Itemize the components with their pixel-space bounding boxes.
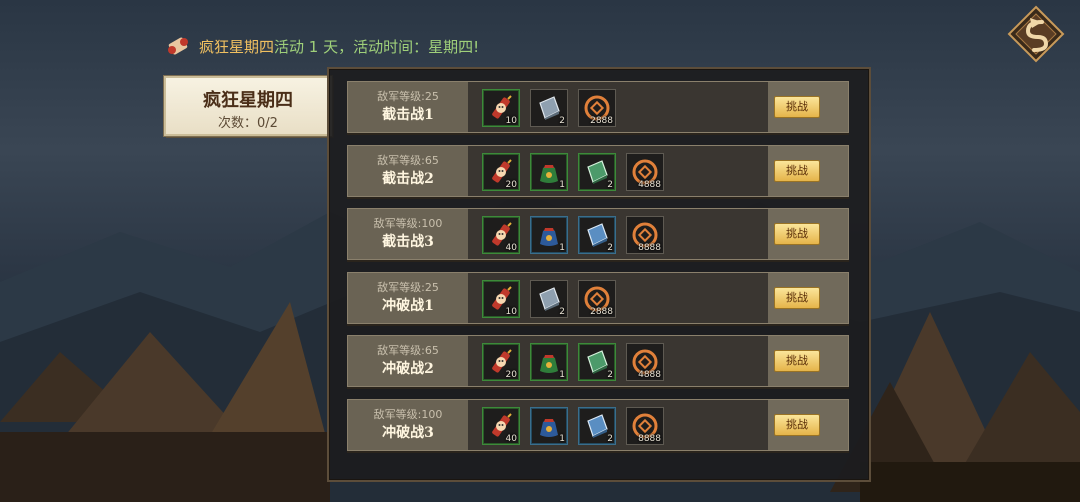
reward-slot[interactable]: 4888 [626,343,664,382]
reward-slot[interactable]: 10 [482,89,520,127]
reward-slot[interactable]: 2 [530,279,568,318]
reward-slot[interactable]: 1 [530,216,568,255]
challenge-button[interactable]: 挑战 [774,350,820,373]
reward-slot[interactable]: 2 [578,216,616,255]
reward-slot[interactable]: 2 [578,152,616,191]
battle-label: 敌军等级:100 截击战3 [348,209,468,260]
reward-list: 10 2 2888 [468,272,768,323]
back-arrow-icon[interactable] [1006,4,1066,64]
reward-quantity: 1 [559,370,565,381]
reward-quantity: 10 [505,116,517,126]
attempt-count: 次数：0/2 [218,116,278,131]
reward-quantity: 40 [505,433,517,444]
battle-name: 冲破战2 [382,361,434,378]
enemy-level: 敌军等级:25 [377,280,439,294]
battle-label: 敌军等级:65 截击战2 [348,145,468,196]
event-header: 疯狂星期四活动 1 天，活动时间：星期四! [165,33,479,59]
reward-slot[interactable]: 2888 [578,279,616,318]
reward-quantity: 2 [607,243,613,254]
reward-quantity: 4888 [638,179,661,190]
event-title: 疯狂星期四 [203,90,293,111]
reward-slot[interactable]: 20 [482,343,520,382]
challenge-button[interactable]: 挑战 [774,223,820,246]
challenge-button[interactable]: 挑战 [774,286,820,309]
enemy-level: 敌军等级:100 [373,217,443,231]
reward-list: 10 2 2888 [468,82,768,132]
reward-slot[interactable]: 2888 [578,89,616,127]
challenge-button[interactable]: 挑战 [774,96,820,118]
reward-quantity: 1 [559,433,565,444]
battle-row: 敌军等级:65 截击战2 20 1 2 4888 挑战 [347,144,849,197]
reward-quantity: 8888 [638,433,661,444]
enemy-level: 敌军等级:65 [377,344,439,358]
reward-quantity: 10 [505,306,517,317]
reward-slot[interactable]: 2 [530,89,568,127]
reward-slot[interactable]: 2 [578,343,616,382]
reward-quantity: 2888 [590,306,613,317]
reward-slot[interactable]: 1 [530,343,568,382]
reward-list: 40 1 2 8888 [468,209,768,260]
reward-list: 20 1 2 4888 [468,336,768,387]
battle-name: 截击战2 [382,170,434,187]
battle-name: 冲破战1 [382,297,434,314]
reward-quantity: 2 [607,370,613,381]
battle-name: 冲破战3 [382,424,434,441]
enemy-level: 敌军等级:100 [373,407,443,421]
battle-row: 敌军等级:25 截击战1 10 2 2888 挑战 [347,81,849,133]
battle-name: 截击战3 [382,234,434,251]
reward-list: 20 1 2 4888 [468,145,768,196]
reward-slot[interactable]: 4888 [626,152,664,191]
reward-slot[interactable]: 40 [482,406,520,445]
reward-quantity: 1 [559,243,565,254]
reward-list: 40 1 2 8888 [468,399,768,450]
header-event-name: 疯狂星期四 [199,37,275,56]
reward-quantity: 2 [559,306,565,317]
enemy-level: 敌军等级:25 [377,90,439,103]
reward-slot[interactable]: 1 [530,152,568,191]
reward-slot[interactable]: 2 [578,406,616,445]
reward-quantity: 20 [505,179,517,190]
challenge-button[interactable]: 挑战 [774,413,820,436]
battle-name: 截击战1 [382,107,434,123]
scroll-icon [168,37,188,55]
enemy-level: 敌军等级:65 [377,153,439,167]
header-message: 活动 1 天，活动时间：星期四! [274,37,480,56]
reward-slot[interactable]: 40 [482,216,520,255]
reward-quantity: 40 [505,243,517,254]
reward-quantity: 20 [505,370,517,381]
reward-slot[interactable]: 8888 [626,216,664,255]
battle-label: 敌军等级:65 冲破战2 [348,336,468,387]
reward-quantity: 2 [559,116,565,126]
challenge-button[interactable]: 挑战 [774,159,820,182]
battle-list-panel: 敌军等级:25 截击战1 10 2 2888 挑战 敌军等级:65 截击战2 20 1 2 4888 挑… [327,67,871,482]
reward-slot[interactable]: 8888 [626,406,664,445]
battle-row: 敌军等级:100 冲破战3 40 1 2 8888 挑战 [347,398,849,451]
battle-list: 敌军等级:25 截击战1 10 2 2888 挑战 敌军等级:65 截击战2 20 1 2 4888 挑… [347,81,849,463]
battle-label: 敌军等级:25 冲破战1 [348,272,468,323]
event-card: 疯狂星期四 次数：0/2 [164,76,332,136]
reward-slot[interactable]: 10 [482,279,520,318]
battle-row: 敌军等级:100 截击战3 40 1 2 8888 挑战 [347,208,849,261]
reward-quantity: 2 [607,433,613,444]
reward-quantity: 2888 [590,116,613,126]
reward-quantity: 4888 [638,370,661,381]
reward-quantity: 8888 [638,243,661,254]
reward-slot[interactable]: 20 [482,152,520,191]
battle-row: 敌军等级:25 冲破战1 10 2 2888 挑战 [347,271,849,324]
battle-label: 敌军等级:100 冲破战3 [348,399,468,450]
reward-slot[interactable]: 1 [530,406,568,445]
reward-quantity: 1 [559,179,565,190]
reward-quantity: 2 [607,179,613,190]
battle-label: 敌军等级:25 截击战1 [348,82,468,132]
battle-row: 敌军等级:65 冲破战2 20 1 2 4888 挑战 [347,335,849,388]
